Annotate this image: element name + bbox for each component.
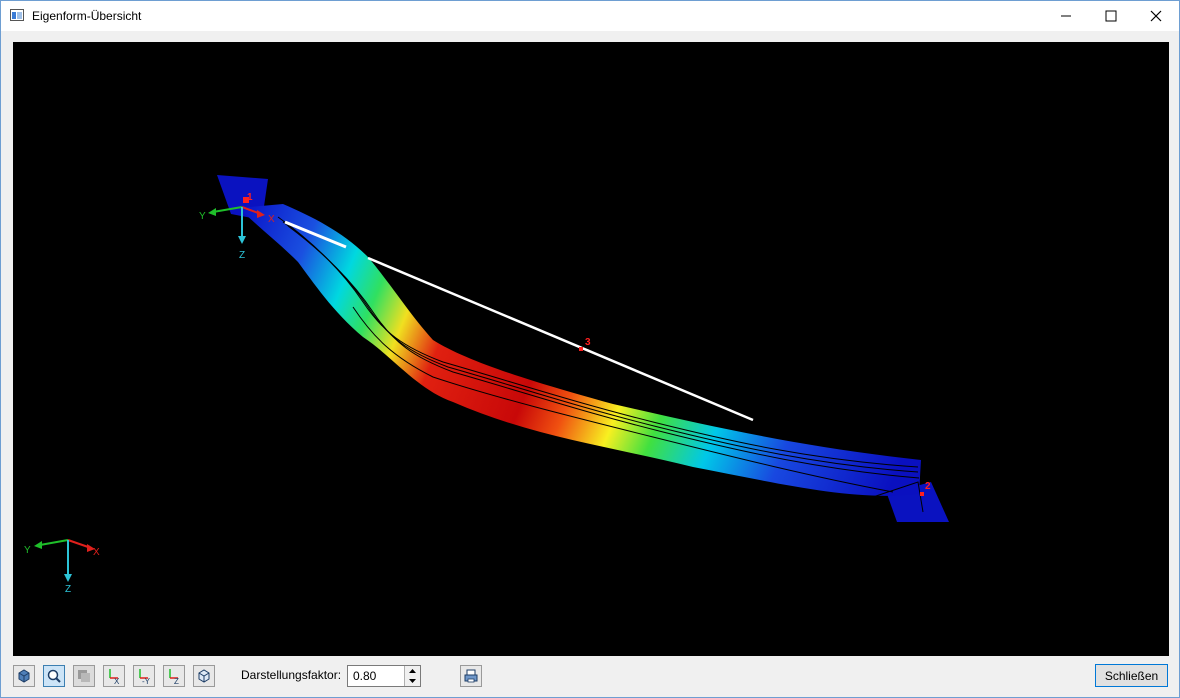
box-icon <box>198 669 210 683</box>
mode-shape-viewport[interactable]: 1 3 2 X Y Z X Y Z <box>13 42 1169 656</box>
window-title: Eigenform-Übersicht <box>32 9 142 23</box>
view-minus-y-button[interactable]: -Y <box>133 665 155 687</box>
display-factor-input[interactable] <box>348 666 409 686</box>
iso-view-icon <box>18 669 30 683</box>
view-z-icon: Z <box>169 669 179 685</box>
svg-text:Z: Z <box>174 677 179 685</box>
close-icon <box>1150 10 1162 22</box>
chevron-up-icon <box>409 669 416 673</box>
zoom-button[interactable] <box>43 665 65 687</box>
global-y-label: Y <box>24 545 31 556</box>
view-3d-button[interactable] <box>13 665 35 687</box>
svg-text:2: 2 <box>925 481 931 492</box>
view-x-button[interactable]: X <box>103 665 125 687</box>
close-window-button[interactable] <box>1133 1 1179 31</box>
title-bar: Eigenform-Übersicht <box>1 1 1179 31</box>
display-factor-label: Darstellungsfaktor: <box>241 668 342 682</box>
view-minus-y-icon: -Y <box>139 669 151 685</box>
maximize-icon <box>1105 10 1117 22</box>
svg-text:3: 3 <box>585 337 591 348</box>
local-z-label: Z <box>239 250 245 261</box>
bottom-toolbar: X -Y Z Darstellungsfaktor: 0.80 Schließe… <box>1 661 1179 697</box>
display-factor-stepper[interactable] <box>347 665 421 687</box>
svg-text:1: 1 <box>247 192 253 203</box>
global-axis-triad: X Y Z <box>24 539 100 595</box>
minimize-button[interactable] <box>1043 1 1089 31</box>
render-mode-button[interactable] <box>73 665 95 687</box>
render-icon <box>78 670 90 682</box>
print-button[interactable] <box>460 665 482 687</box>
close-button[interactable]: Schließen <box>1095 664 1168 687</box>
maximize-button[interactable] <box>1088 1 1134 31</box>
local-y-label: Y <box>199 211 206 222</box>
app-window-icon <box>10 9 24 21</box>
view-x-icon: X <box>109 669 120 685</box>
global-x-label: X <box>93 547 100 558</box>
chevron-down-icon <box>409 679 416 683</box>
local-x-label: X <box>268 214 275 225</box>
svg-text:X: X <box>114 677 120 685</box>
spin-down-button[interactable] <box>404 676 420 686</box>
print-icon <box>464 669 478 683</box>
dialog-window: Eigenform-Übersicht 1 3 2 X Y Z X Y Z X … <box>0 0 1180 698</box>
minimize-icon <box>1061 15 1071 17</box>
view-z-button[interactable]: Z <box>163 665 185 687</box>
view-iso-button[interactable] <box>193 665 215 687</box>
model-canvas: 1 3 2 X Y Z X Y Z <box>24 175 949 595</box>
svg-text:-Y: -Y <box>142 677 151 685</box>
magnifier-icon <box>47 669 61 683</box>
global-z-label: Z <box>65 584 71 595</box>
